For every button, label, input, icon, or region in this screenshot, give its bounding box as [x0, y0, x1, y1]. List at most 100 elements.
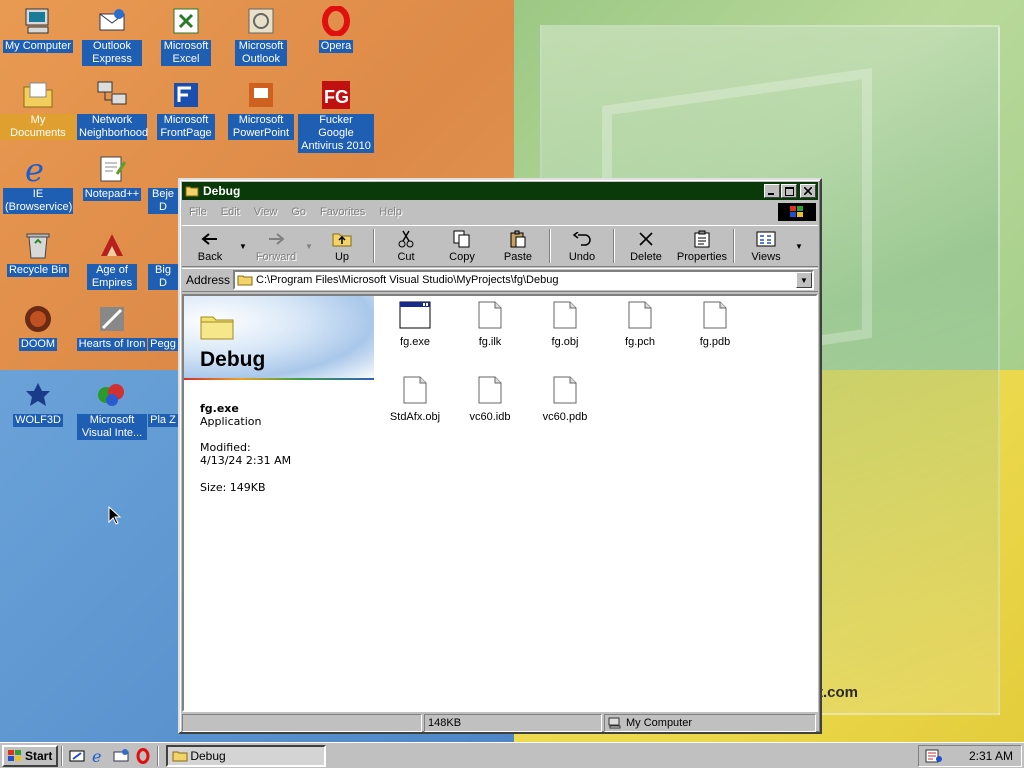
frontpage-icon — [169, 78, 203, 112]
file-item-stdafx-obj[interactable]: StdAfx.obj — [380, 373, 450, 423]
taskbar-separator — [61, 745, 64, 766]
file-item-vc60-idb[interactable]: vc60.idb — [455, 373, 525, 423]
toolbar-separator — [733, 229, 735, 263]
desktop-icon-notepad-plus-plus[interactable]: Notepad++ — [74, 152, 150, 201]
desktop-icon-pla[interactable]: Pla Z — [148, 378, 178, 427]
game-icon — [148, 378, 178, 412]
copy-button[interactable]: Copy — [434, 226, 490, 266]
desktop-icon-ie[interactable]: e IE (Browservice) — [0, 152, 76, 214]
menu-view[interactable]: View — [247, 206, 285, 218]
desktop-icon-outlook-express[interactable]: Outlook Express — [74, 4, 150, 66]
menu-file[interactable]: File — [182, 206, 214, 218]
address-input[interactable]: C:\Program Files\Microsoft Visual Studio… — [233, 270, 814, 290]
folder-content-area[interactable]: Debug fg.exe Application Modified: 4/13/… — [182, 294, 818, 712]
minimize-button[interactable] — [764, 184, 780, 198]
recycle-bin-icon — [21, 228, 55, 262]
desktop-icon-my-computer[interactable]: My Computer — [0, 4, 76, 53]
desktop-icon-bejeweled[interactable]: Beje D — [148, 152, 178, 214]
application-window-icon — [398, 298, 432, 332]
visual-interdev-icon — [95, 378, 129, 412]
menu-favorites[interactable]: Favorites — [313, 206, 372, 218]
desktop-icon-peggle[interactable]: Pegg — [148, 302, 178, 351]
toolbar-separator — [549, 229, 551, 263]
window-title-bar[interactable]: Debug — [182, 182, 818, 200]
folder-icon — [172, 751, 188, 761]
desktop-icon-frontpage[interactable]: Microsoft FrontPage — [148, 78, 224, 140]
internet-explorer-icon: e — [21, 152, 55, 186]
properties-icon — [691, 229, 713, 249]
start-button[interactable]: Start — [2, 744, 59, 767]
desktop-icon-age-of-empires[interactable]: Age of Empires — [74, 228, 150, 290]
forward-dropdown-arrow[interactable]: ▼ — [304, 226, 314, 266]
file-item-fg-pdb[interactable]: fg.pdb — [680, 298, 750, 348]
properties-button[interactable]: Properties — [674, 226, 730, 266]
maximize-button[interactable] — [781, 184, 797, 198]
my-documents-icon — [21, 78, 55, 112]
file-item-fg-exe[interactable]: fg.exe — [380, 298, 450, 348]
address-dropdown-button[interactable]: ▼ — [796, 272, 812, 288]
taskbar-clock[interactable]: 2:31 AM — [969, 749, 1013, 763]
scissors-icon — [395, 229, 417, 249]
windows-logo-icon — [8, 749, 21, 761]
taskbar-button-debug[interactable]: Debug — [166, 744, 327, 767]
status-message — [182, 714, 422, 732]
status-size: 148KB — [424, 714, 602, 732]
file-item-fg-ilk[interactable]: fg.ilk — [455, 298, 525, 348]
desktop-icon-outlook[interactable]: Microsoft Outlook — [223, 4, 299, 66]
hearts-of-iron-icon — [95, 302, 129, 336]
desktop-icon-big[interactable]: Big D — [148, 228, 178, 290]
cut-button[interactable]: Cut — [378, 226, 434, 266]
back-dropdown-arrow[interactable]: ▼ — [238, 226, 248, 266]
up-button[interactable]: Up — [314, 226, 370, 266]
desktop-icon-recycle-bin[interactable]: Recycle Bin — [0, 228, 76, 277]
folder-name-heading: Debug — [200, 348, 266, 371]
desktop-icon-network-neighborhood[interactable]: Network Neighborhood — [74, 78, 150, 140]
web-view-info-pane: Debug fg.exe Application Modified: 4/13/… — [184, 296, 374, 710]
undo-icon — [571, 229, 593, 249]
paste-button[interactable]: Paste — [490, 226, 546, 266]
views-button[interactable]: Views — [738, 226, 794, 266]
desktop-icon-opera[interactable]: Opera — [298, 4, 374, 53]
folder-icon — [185, 186, 199, 197]
menu-help[interactable]: Help — [372, 206, 409, 218]
quicklaunch-outlook-express[interactable] — [111, 746, 131, 766]
taskbar-separator — [157, 745, 160, 766]
quicklaunch-desktop[interactable] — [67, 746, 87, 766]
file-item-fg-obj[interactable]: fg.obj — [530, 298, 600, 348]
toolbar-separator — [373, 229, 375, 263]
powerpoint-icon — [244, 78, 278, 112]
desktop-icon-excel[interactable]: Microsoft Excel — [148, 4, 224, 66]
undo-button[interactable]: Undo — [554, 226, 610, 266]
views-dropdown-arrow[interactable]: ▼ — [794, 226, 804, 266]
desktop-icon-fg-antivirus[interactable]: FG Fucker Google Antivirus 2010 — [298, 78, 374, 153]
modified-label: Modified: — [200, 441, 251, 454]
selected-file-type: Application — [200, 415, 262, 428]
delete-button[interactable]: Delete — [618, 226, 674, 266]
explorer-window[interactable]: Debug File Edit View Go Favorites Help B… — [178, 178, 822, 734]
delete-x-icon — [635, 229, 657, 249]
modified-date: 4/13/24 2:31 AM — [200, 454, 292, 467]
forward-arrow-icon — [265, 229, 287, 249]
quicklaunch-opera[interactable] — [133, 746, 153, 766]
desktop-icon-wolf3d[interactable]: WOLF3D — [0, 378, 76, 427]
desktop-icon-doom[interactable]: DOOM — [0, 302, 76, 351]
tray-schedule-icon[interactable] — [925, 748, 943, 764]
desktop-icon-powerpoint[interactable]: Microsoft PowerPoint — [223, 78, 299, 140]
menu-go[interactable]: Go — [284, 206, 313, 218]
menu-bar: File Edit View Go Favorites Help — [182, 202, 818, 222]
opera-icon — [319, 4, 353, 38]
desktop-icon-visual-interdev[interactable]: Microsoft Visual Inte... — [74, 378, 150, 440]
outlook-express-icon — [95, 4, 129, 38]
file-item-vc60-pdb[interactable]: vc60.pdb — [530, 373, 600, 423]
file-item-fg-pch[interactable]: fg.pch — [605, 298, 675, 348]
status-location: My Computer — [604, 714, 816, 732]
close-button[interactable] — [800, 184, 816, 198]
my-computer-icon — [21, 4, 55, 38]
forward-button[interactable]: Forward — [248, 226, 304, 266]
desktop-icon-hearts-of-iron[interactable]: Hearts of Iron — [74, 302, 150, 351]
quicklaunch-ie[interactable]: e — [89, 746, 109, 766]
peggle-icon — [148, 302, 178, 336]
menu-edit[interactable]: Edit — [214, 206, 247, 218]
desktop-icon-my-documents[interactable]: My Documents — [0, 78, 76, 140]
back-button[interactable]: Back — [182, 226, 238, 266]
